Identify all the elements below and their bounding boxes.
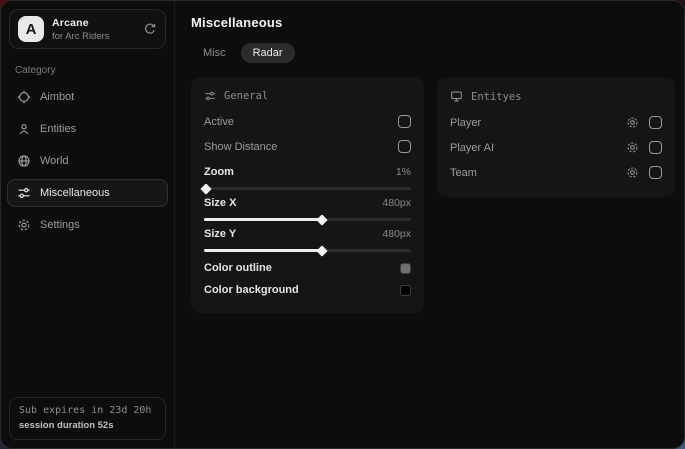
sidebar: A Arcane for Arc Riders Category [1,1,175,448]
entities-card-header: Entityes [450,87,662,110]
slider-value: 480px [382,197,411,209]
color-row-outline: Color outline [204,257,411,279]
slider-group-size-y: Size Y 480px [204,228,411,252]
monitor-icon [450,90,463,103]
entities-card-title: Entityes [471,91,522,103]
sidebar-item-label: Miscellaneous [40,187,110,199]
globe-icon [17,154,31,168]
slider-group-zoom: Zoom 1% [204,166,411,190]
slider-handle[interactable] [200,183,211,194]
app-logo: A [18,16,44,42]
refresh-icon[interactable] [143,22,157,36]
toggle-label: Show Distance [204,141,398,153]
active-checkbox[interactable] [398,115,411,128]
slider-label: Size Y [204,228,236,240]
tab-bar: Misc Radar [191,43,675,63]
slider-handle[interactable] [316,214,327,225]
sidebar-item-world[interactable]: World [7,147,168,175]
gear-icon[interactable] [626,141,639,154]
entity-label: Team [450,167,626,179]
color-background-swatch[interactable] [400,285,411,296]
size-x-slider[interactable] [204,218,411,221]
size-y-slider[interactable] [204,249,411,252]
slider-label: Zoom [204,166,234,178]
slider-value: 480px [382,228,411,240]
gear-icon[interactable] [626,116,639,129]
sidebar-item-label: Entities [40,123,76,135]
gear-icon [17,218,31,232]
entity-row-team: Team [450,160,662,185]
sidebar-item-miscellaneous[interactable]: Miscellaneous [7,179,168,207]
crosshair-icon [17,90,31,104]
session-duration-text: session duration 52s [19,420,156,431]
toggle-label: Active [204,116,398,128]
subscription-box: Sub expires in 23d 20h session duration … [9,397,166,440]
entities-card: Entityes Player Player AI [437,77,675,197]
app-name: Arcane [52,17,110,29]
entity-label: Player AI [450,142,626,154]
page-title: Miscellaneous [191,15,675,30]
color-label: Color background [204,284,299,296]
entity-row-player-ai: Player AI [450,135,662,160]
sidebar-item-label: World [40,155,69,167]
slider-label: Size X [204,197,236,209]
cards-row: General Active Show Distance Zoom 1% [191,77,675,313]
tab-radar[interactable]: Radar [241,43,295,63]
general-card-title: General [224,90,268,102]
sidebar-nav: Aimbot Entities [1,79,174,239]
app-header-card: A Arcane for Arc Riders [9,9,166,49]
show-distance-checkbox[interactable] [398,140,411,153]
entity-label: Player [450,117,626,129]
slider-value: 1% [396,166,411,178]
slider-group-size-x: Size X 480px [204,197,411,221]
entities-icon [17,122,31,136]
player-ai-checkbox[interactable] [649,141,662,154]
player-checkbox[interactable] [649,116,662,129]
toggle-row-show-distance: Show Distance [204,134,411,159]
app-subtitle: for Arc Riders [52,31,110,42]
general-card-header: General [204,87,411,109]
gear-icon[interactable] [626,166,639,179]
sliders-icon [204,90,216,102]
team-checkbox[interactable] [649,166,662,179]
slider-handle[interactable] [316,245,327,256]
sidebar-item-label: Settings [40,219,80,231]
sliders-icon [17,186,31,200]
entity-row-player: Player [450,110,662,135]
tab-misc[interactable]: Misc [191,43,238,63]
main-content: Miscellaneous Misc Radar General [175,1,685,448]
color-label: Color outline [204,262,272,274]
sidebar-item-settings[interactable]: Settings [7,211,168,239]
app-window: A Arcane for Arc Riders Category [0,0,685,449]
sidebar-item-aimbot[interactable]: Aimbot [7,83,168,111]
sidebar-item-label: Aimbot [40,91,74,103]
zoom-slider[interactable] [204,187,411,190]
general-card: General Active Show Distance Zoom 1% [191,77,424,313]
category-label: Category [15,65,160,76]
sub-expiry-text: Sub expires in 23d 20h [19,405,156,416]
toggle-row-active: Active [204,109,411,134]
app-title-block: Arcane for Arc Riders [52,17,110,42]
sidebar-item-entities[interactable]: Entities [7,115,168,143]
color-outline-swatch[interactable] [400,263,411,274]
color-row-background: Color background [204,279,411,301]
